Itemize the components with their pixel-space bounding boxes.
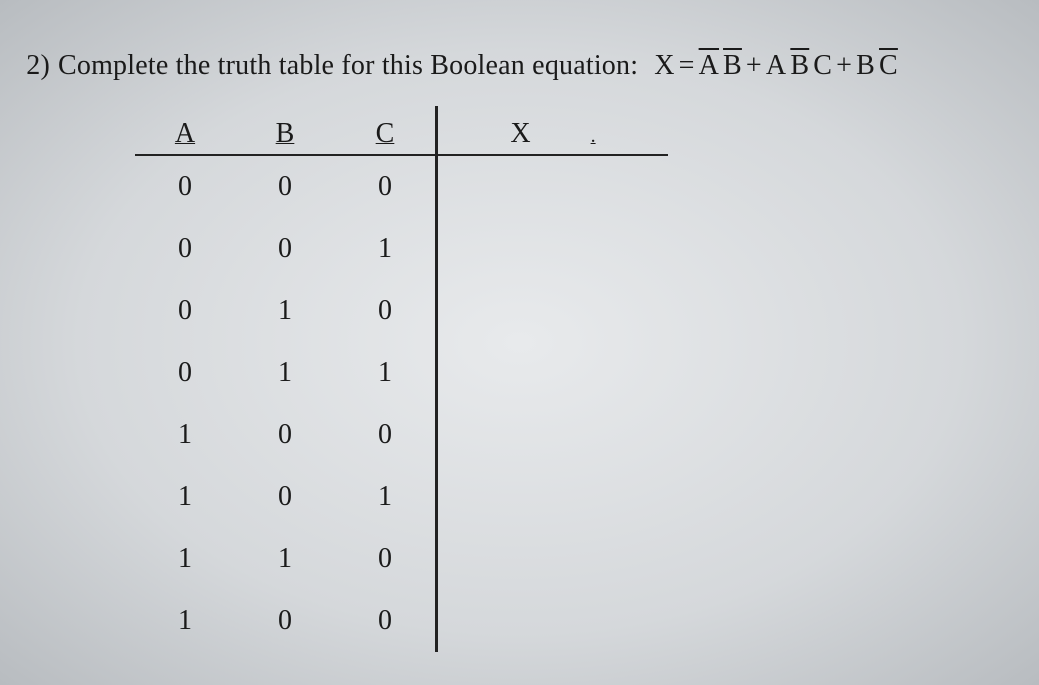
table-row: 101 xyxy=(135,466,668,528)
worksheet-page: 2) Complete the truth table for this Boo… xyxy=(0,0,1039,685)
cell-c: 0 xyxy=(335,280,437,342)
cell-x xyxy=(437,342,669,404)
truth-table-container: A B C X. 000001010011100101110100 xyxy=(135,106,1039,652)
cell-c: 0 xyxy=(335,404,437,466)
cell-a: 0 xyxy=(135,155,235,218)
cell-c: 0 xyxy=(335,155,437,218)
cell-a: 1 xyxy=(135,404,235,466)
cell-b: 1 xyxy=(235,528,335,590)
cell-c: 1 xyxy=(335,466,437,528)
cell-c: 1 xyxy=(335,342,437,404)
cell-c: 0 xyxy=(335,528,437,590)
table-body: 000001010011100101110100 xyxy=(135,155,668,652)
table-row: 011 xyxy=(135,342,668,404)
header-a: A xyxy=(135,106,235,155)
cell-c: 0 xyxy=(335,590,437,652)
header-x: X. xyxy=(437,106,669,155)
formula-lhs: X xyxy=(654,50,674,82)
question-line: 2) Complete the truth table for this Boo… xyxy=(0,50,1039,82)
cell-x xyxy=(437,528,669,590)
cell-a: 0 xyxy=(135,218,235,280)
formula-term-1: AB xyxy=(699,50,742,82)
formula-eq: = xyxy=(679,50,695,82)
truth-table: A B C X. 000001010011100101110100 xyxy=(135,106,668,652)
cell-x xyxy=(437,218,669,280)
cell-x xyxy=(437,590,669,652)
cell-a: 0 xyxy=(135,342,235,404)
question-number: 2) xyxy=(0,50,50,82)
cell-x xyxy=(437,404,669,466)
cell-a: 1 xyxy=(135,466,235,528)
header-c: C xyxy=(335,106,437,155)
formula-term-2: ABC xyxy=(766,50,832,82)
cell-a: 1 xyxy=(135,590,235,652)
question-prompt: Complete the truth table for this Boolea… xyxy=(58,50,638,82)
header-b: B xyxy=(235,106,335,155)
table-row: 100 xyxy=(135,590,668,652)
table-row: 000 xyxy=(135,155,668,218)
cell-x xyxy=(437,466,669,528)
header-x-dot: . xyxy=(531,125,596,147)
table-row: 001 xyxy=(135,218,668,280)
cell-c: 1 xyxy=(335,218,437,280)
cell-a: 0 xyxy=(135,280,235,342)
cell-b: 0 xyxy=(235,590,335,652)
cell-a: 1 xyxy=(135,528,235,590)
formula-term-3: BC xyxy=(856,50,898,82)
cell-b: 0 xyxy=(235,404,335,466)
boolean-formula: X = AB + ABC + BC xyxy=(654,50,898,82)
table-row: 010 xyxy=(135,280,668,342)
table-row: 110 xyxy=(135,528,668,590)
cell-b: 1 xyxy=(235,342,335,404)
cell-b: 0 xyxy=(235,466,335,528)
cell-b: 0 xyxy=(235,155,335,218)
header-x-label: X xyxy=(510,118,530,150)
cell-b: 0 xyxy=(235,218,335,280)
formula-plus-2: + xyxy=(836,50,852,82)
table-header-row: A B C X. xyxy=(135,106,668,155)
cell-b: 1 xyxy=(235,280,335,342)
cell-x xyxy=(437,280,669,342)
cell-x xyxy=(437,155,669,218)
table-row: 100 xyxy=(135,404,668,466)
formula-plus-1: + xyxy=(746,50,762,82)
